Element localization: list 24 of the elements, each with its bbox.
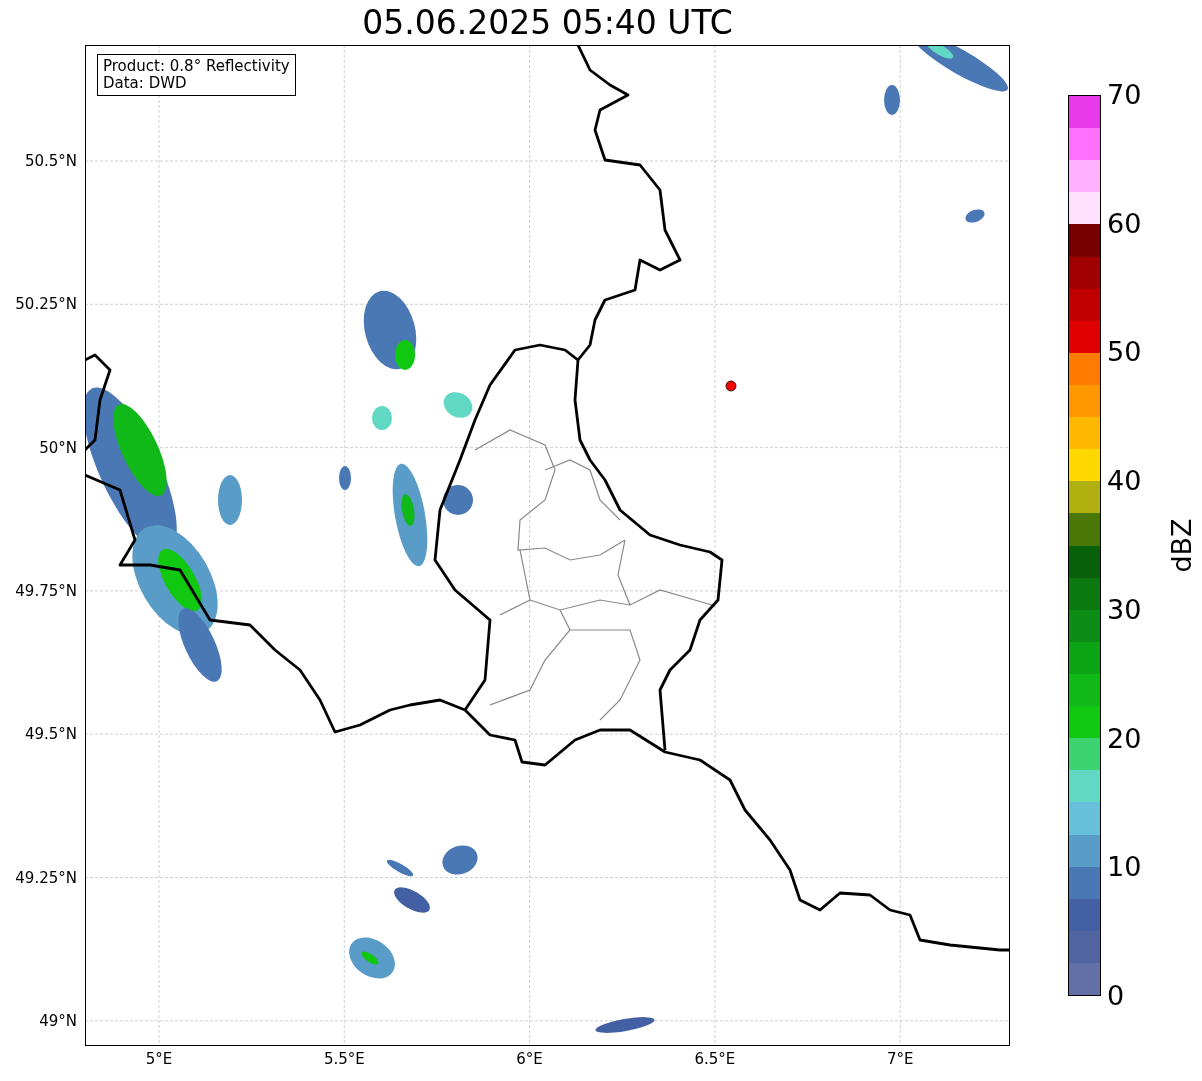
colorbar-tick-label: 0 — [1107, 981, 1125, 1011]
colorbar-tick-label: 60 — [1107, 208, 1142, 239]
latitude-label: 49°N — [39, 1011, 77, 1030]
longitude-label: 5.5°E — [323, 1050, 365, 1068]
longitude-label: 7°E — [886, 1050, 914, 1068]
latitude-label: 50°N — [39, 438, 77, 457]
latitude-label: 49.5°N — [24, 725, 77, 744]
colorbar-tick-label: 40 — [1107, 466, 1142, 497]
info-text: Product: 0.8° Reflectivity — [103, 58, 290, 75]
latitude-label: 50.5°N — [24, 152, 77, 170]
longitude-label: 6°E — [516, 1050, 543, 1068]
colorbar-label: dBZ — [1165, 518, 1197, 573]
chart-title: 05.06.2025 05:40 UTC — [362, 2, 733, 43]
latitude-label: 49.25°N — [15, 868, 77, 887]
longitude-label: 5°E — [145, 1050, 173, 1068]
latitude-label: 49.75°N — [15, 581, 77, 600]
colorbar-tick-label: 30 — [1107, 594, 1142, 625]
colorbar-tick-label: 20 — [1107, 723, 1142, 754]
latitude-label: 50.25°N — [15, 295, 77, 314]
colorbar-tick-label: 10 — [1107, 852, 1142, 883]
longitude-label: 6.5°E — [694, 1050, 736, 1068]
colorbar-tick-label: 50 — [1107, 337, 1142, 368]
colorbar-tick-label: 70 — [1107, 80, 1142, 110]
info-text: Data: DWD — [103, 75, 188, 92]
